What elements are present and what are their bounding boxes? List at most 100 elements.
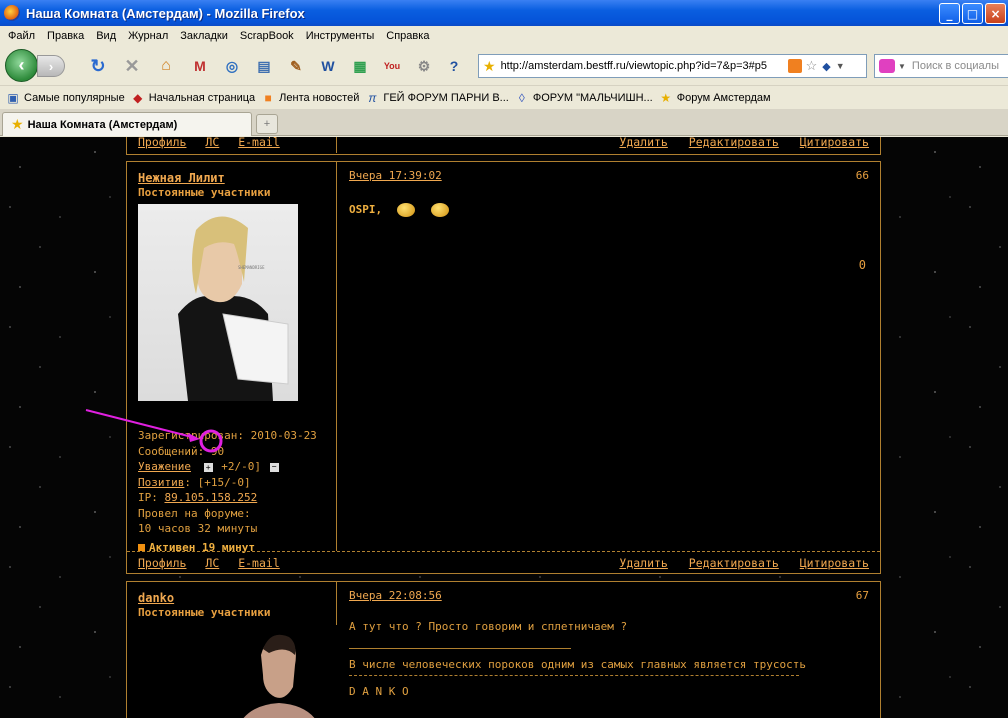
bookmark-most-visited[interactable]: ▣ Самые популярные	[6, 90, 124, 105]
ip-label: IP:	[138, 491, 165, 504]
youtube-icon[interactable]: You	[382, 56, 402, 76]
compass-icon[interactable]: ◎	[222, 56, 242, 76]
url-text[interactable]: http://amsterdam.bestff.ru/viewtopic.php…	[501, 60, 786, 72]
w-icon[interactable]: W	[318, 56, 338, 76]
back-button[interactable]: ‹	[5, 49, 38, 82]
menu-tools[interactable]: Инструменты	[300, 30, 381, 42]
edit-link[interactable]: Редактировать	[689, 137, 779, 149]
tab-bar: ★ Наша Комната (Амстердам) +	[0, 109, 1008, 136]
ip-link[interactable]: 89.105.158.252	[165, 491, 258, 504]
site-star-icon: ★	[483, 57, 496, 74]
bookmark-label: Лента новостей	[279, 91, 360, 104]
maximize-button[interactable]: □	[962, 3, 983, 24]
post-content-column: Вчера 17:39:02 66 OSPI, 0	[338, 162, 880, 551]
delete-link[interactable]: Удалить	[619, 137, 667, 149]
bookmark-label: ФОРУМ "МАЛЬЧИШН...	[532, 91, 653, 104]
search-placeholder: Поиск в социалы	[911, 60, 999, 72]
navigation-toolbar: ‹ › ↻ ✕ ⌂ M ◎ ▤ ✎ W ▦ You ⚙ ? ★ http://a…	[0, 46, 1008, 86]
positive-value: : [+15/-0]	[184, 475, 251, 489]
toolbar-tool-icon[interactable]: ▤	[254, 56, 274, 76]
post-date-link[interactable]: Вчера 22:08:56	[349, 589, 442, 602]
signature-divider	[349, 648, 571, 649]
home-page-icon: ◆	[133, 90, 143, 105]
forum-post: danko Постоянные участники Вчера 22:08:5…	[126, 581, 881, 718]
tab-label: Наша Комната (Амстердам)	[27, 118, 178, 131]
address-bar[interactable]: ★ http://amsterdam.bestff.ru/viewtopic.p…	[478, 54, 867, 78]
window-title: Наша Комната (Амстердам) - Mozilla Firef…	[26, 5, 305, 21]
search-engine-icon[interactable]	[879, 59, 895, 73]
bookmark-news-feed[interactable]: ■ Лента новостей	[261, 90, 360, 105]
menu-bookmarks[interactable]: Закладки	[174, 30, 234, 42]
delete-link[interactable]: Удалить	[619, 556, 667, 570]
rss-icon: ■	[264, 90, 272, 105]
post-author-column: danko Постоянные участники	[127, 582, 337, 718]
menu-view[interactable]: Вид	[90, 30, 122, 42]
wrench-icon[interactable]: ✎	[286, 56, 306, 76]
close-button[interactable]: ×	[985, 3, 1006, 24]
rss-feed-icon[interactable]	[787, 59, 802, 73]
reload-icon[interactable]: ↻	[88, 56, 108, 76]
bookmark-amsterdam-forum[interactable]: ★ Форум Амстердам	[659, 91, 771, 105]
home-icon[interactable]: ⌂	[156, 56, 176, 76]
post-date-link[interactable]: Вчера 17:39:02	[349, 169, 442, 182]
menu-file[interactable]: Файл	[2, 30, 41, 42]
bookmark-label: Форум Амстердам	[676, 91, 771, 104]
smiley-icon	[396, 203, 415, 217]
forum-badge-icon: ◊	[518, 90, 525, 105]
search-input[interactable]: ▼ Поиск в социалы	[874, 54, 1008, 78]
minimize-button[interactable]: _	[939, 3, 960, 24]
gmail-icon[interactable]: M	[190, 56, 210, 76]
positive-link[interactable]: Позитив	[138, 476, 184, 489]
chevron-down-icon[interactable]: ▼	[836, 61, 845, 71]
post-content-column: Вчера 22:08:56 67 А тут что ? Просто гов…	[338, 582, 880, 718]
post-text: А тут что ? Просто говорим и сплетничаем…	[349, 620, 628, 633]
edit-link[interactable]: Редактировать	[689, 556, 779, 570]
post-text: OSPI,	[349, 203, 450, 217]
bookmark-label: ГЕЙ ФОРУМ ПАРНИ В...	[383, 91, 509, 104]
menu-history[interactable]: Журнал	[122, 30, 174, 42]
gear-icon[interactable]: ⚙	[414, 56, 434, 76]
signature-text: В числе человеческих пороков одним из са…	[349, 658, 806, 671]
bookmark-star-icon[interactable]: ☆	[806, 58, 818, 74]
post-number: 67	[855, 589, 869, 602]
help-icon[interactable]: ?	[444, 56, 464, 76]
time-on-forum-value: 10 часов 32 минуты	[138, 522, 258, 535]
window-titlebar: Наша Комната (Амстердам) - Mozilla Firef…	[0, 0, 1008, 26]
chevron-down-icon[interactable]: ▼	[898, 62, 906, 71]
quote-link[interactable]: Цитировать	[800, 556, 869, 570]
email-link[interactable]: E-mail	[238, 556, 280, 570]
bookmark-label: Начальная страница	[148, 91, 256, 104]
laughing-smiley-icon	[431, 203, 450, 217]
ip-row: IP: 89.105.158.252	[138, 490, 317, 506]
quote-link[interactable]: Цитировать	[800, 137, 869, 149]
menu-edit[interactable]: Правка	[41, 30, 90, 42]
post-number: 66	[855, 169, 869, 182]
bookmarks-toolbar: ▣ Самые популярные ◆ Начальная страница …	[0, 87, 1008, 108]
post-text-content: OSPI,	[349, 203, 383, 216]
post-actions: Профиль ЛС E-mail Удалить Редактировать …	[127, 551, 880, 574]
pm-link[interactable]: ЛС	[205, 556, 219, 570]
bookmark-home-page[interactable]: ◆ Начальная страница	[131, 91, 255, 105]
author-rank: Постоянные участники	[138, 606, 271, 619]
menu-help[interactable]: Справка	[380, 30, 435, 42]
forum-pi-icon: π	[368, 90, 377, 105]
firefox-icon	[4, 5, 20, 21]
bookmarks-folder-icon: ▣	[7, 90, 19, 105]
signature-dashed-divider	[349, 675, 799, 676]
star-icon: ★	[11, 116, 24, 132]
author-name-link[interactable]: danko	[138, 591, 174, 605]
forward-button[interactable]: ›	[37, 55, 65, 77]
new-tab-button[interactable]: +	[256, 114, 278, 134]
time-on-forum-label: Провел на форуме:	[138, 506, 251, 520]
profile-link[interactable]: Профиль	[138, 556, 186, 570]
bookmark-gay-forum[interactable]: π ГЕЙ ФОРУМ ПАРНИ В...	[365, 90, 509, 105]
menu-bar: Файл Правка Вид Журнал Закладки ScrapBoo…	[0, 26, 1008, 46]
refresh-feed-icon[interactable]: ◆	[822, 60, 830, 73]
forum-page: Профиль ЛС E-mail Удалить Редактировать …	[0, 137, 1008, 718]
stop-icon[interactable]: ✕	[122, 56, 142, 76]
menu-scrapbook[interactable]: ScrapBook	[234, 30, 300, 42]
google-apps-icon[interactable]: ▦	[350, 56, 370, 76]
tab-amsterdam-room[interactable]: ★ Наша Комната (Амстердам)	[2, 112, 252, 136]
bookmark-boys-forum[interactable]: ◊ ФОРУМ "МАЛЬЧИШН...	[515, 91, 653, 105]
signature-name: D A N K O	[349, 685, 409, 698]
